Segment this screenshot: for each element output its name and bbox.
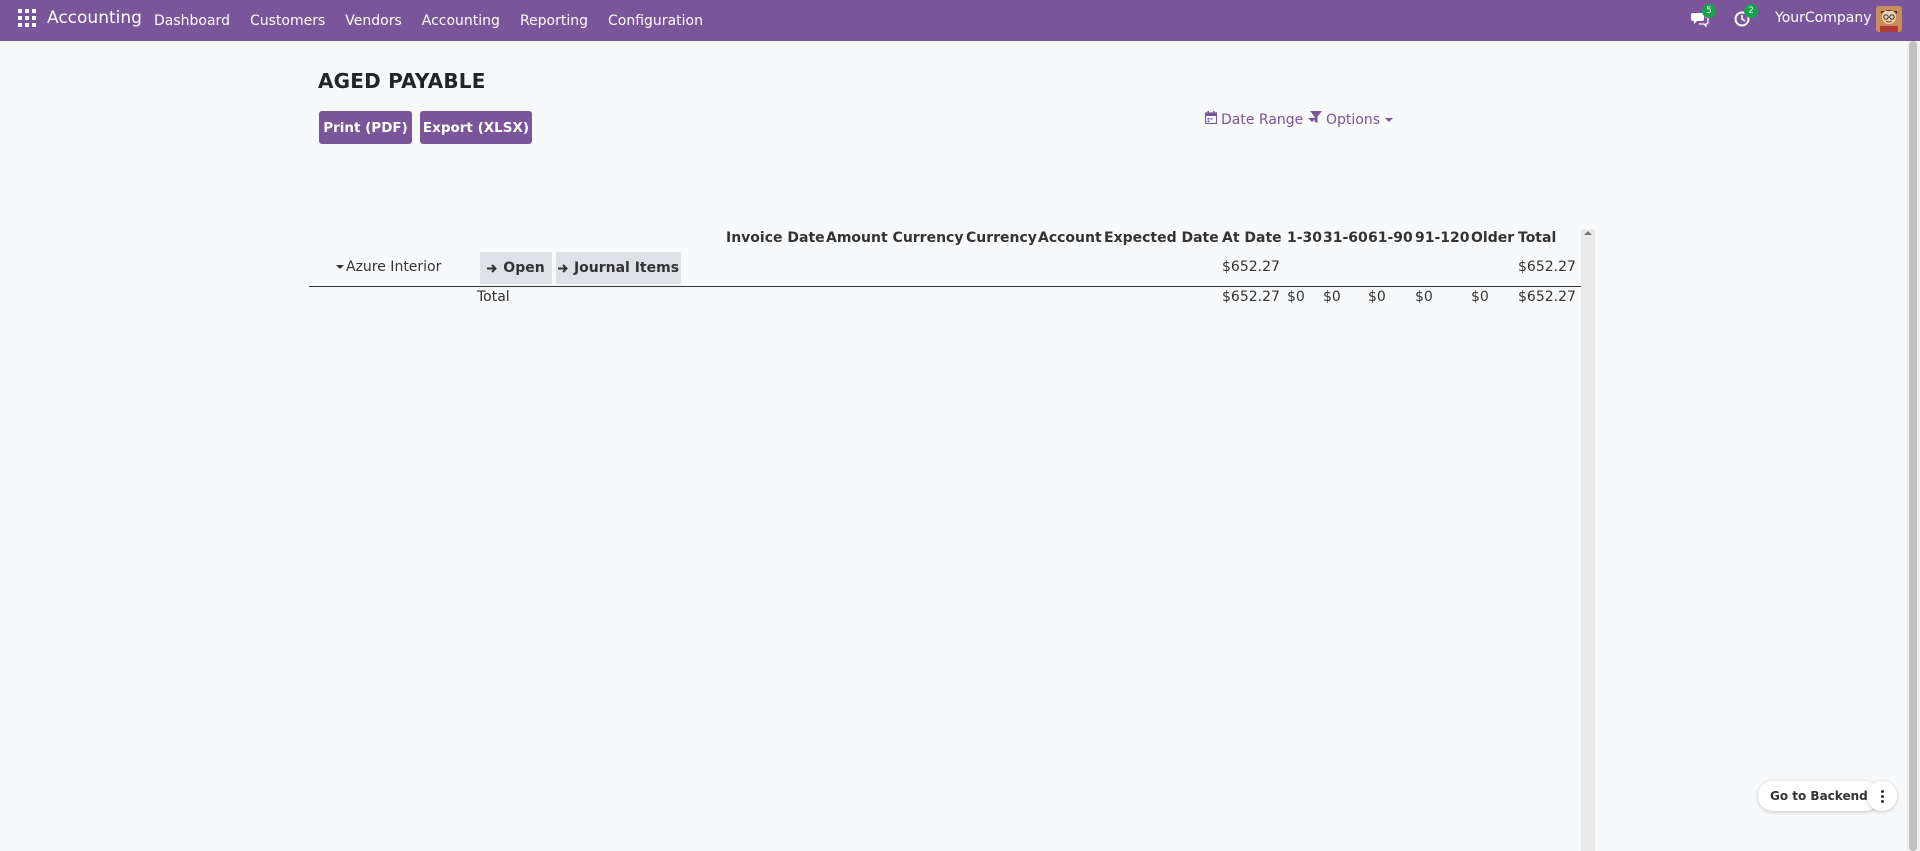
column-header: Currency <box>966 230 1037 246</box>
column-header: Amount Currency <box>826 230 964 246</box>
open-label: Open <box>503 260 545 276</box>
total-total: $652.27 <box>1518 289 1576 305</box>
column-header: 61-90 <box>1368 230 1413 246</box>
column-header: Invoice Date <box>726 230 825 246</box>
caret-down-icon <box>336 265 344 269</box>
column-header: Older <box>1471 230 1515 246</box>
print-pdf-button[interactable]: Print (PDF) <box>319 111 412 144</box>
total-older: $0 <box>1471 289 1489 305</box>
column-header: 1-30 <box>1287 230 1323 246</box>
column-header: 31-60 <box>1323 230 1368 246</box>
arrow-right-icon <box>557 263 569 274</box>
partner-row-toggle[interactable]: Azure Interior <box>336 259 441 275</box>
total-91-120: $0 <box>1415 289 1433 305</box>
more-options-icon[interactable] <box>1867 781 1897 811</box>
total-divider <box>309 286 1581 287</box>
menu-accounting[interactable]: Accounting <box>422 13 500 29</box>
go-to-backend-button[interactable]: Go to Backend <box>1758 781 1880 811</box>
open-button[interactable]: Open <box>480 252 552 284</box>
partner-total: $652.27 <box>1518 259 1576 275</box>
main-menu: Dashboard Customers Vendors Accounting R… <box>144 0 713 41</box>
filter-icon <box>1310 111 1322 128</box>
report-scrollbar[interactable] <box>1581 229 1595 851</box>
export-xlsx-button[interactable]: Export (XLSX) <box>420 111 532 144</box>
top-navbar: Accounting Dashboard Customers Vendors A… <box>0 0 1920 41</box>
options-label: Options <box>1326 111 1381 128</box>
page-scrollbar[interactable] <box>1906 41 1920 851</box>
date-range-label: Date Range <box>1221 111 1304 128</box>
app-brand[interactable]: Accounting <box>47 8 142 28</box>
column-header: Expected Date <box>1104 230 1219 246</box>
activities-badge: 2 <box>1744 4 1758 18</box>
menu-reporting[interactable]: Reporting <box>520 13 588 29</box>
total-61-90: $0 <box>1368 289 1386 305</box>
column-header: At Date <box>1222 230 1282 246</box>
date-range-filter[interactable]: Date Range <box>1204 111 1317 128</box>
menu-configuration[interactable]: Configuration <box>608 13 703 29</box>
activities-clock-icon[interactable]: 2 <box>1732 4 1758 29</box>
messages-badge: 5 <box>1702 4 1716 18</box>
user-avatar[interactable] <box>1876 6 1902 32</box>
total-31-60: $0 <box>1323 289 1341 305</box>
calendar-icon <box>1204 111 1218 128</box>
chevron-down-icon <box>1385 117 1394 122</box>
column-header: 91-120 <box>1415 230 1470 246</box>
messages-icon[interactable]: 5 <box>1690 4 1716 29</box>
page-title: AGED PAYABLE <box>318 69 486 93</box>
menu-vendors[interactable]: Vendors <box>345 13 401 29</box>
menu-dashboard[interactable]: Dashboard <box>154 13 230 29</box>
column-header: Account <box>1038 230 1102 246</box>
options-filter[interactable]: Options <box>1310 111 1394 128</box>
partner-at-date: $652.27 <box>1222 259 1280 275</box>
scroll-up-icon[interactable] <box>1584 231 1592 235</box>
total-1-30: $0 <box>1287 289 1305 305</box>
column-header: Total <box>1518 230 1557 246</box>
total-label: Total <box>477 289 510 305</box>
menu-customers[interactable]: Customers <box>250 13 325 29</box>
total-at-date: $652.27 <box>1222 289 1280 305</box>
arrow-right-icon <box>487 263 498 274</box>
page-scrollbar-thumb[interactable] <box>1909 41 1917 851</box>
company-switcher[interactable]: YourCompany <box>1775 10 1872 26</box>
journal-items-label: Journal Items <box>573 260 680 276</box>
partner-name: Azure Interior <box>346 259 442 275</box>
app-grid-icon[interactable] <box>18 9 36 27</box>
journal-items-button[interactable]: Journal Items <box>556 252 681 284</box>
